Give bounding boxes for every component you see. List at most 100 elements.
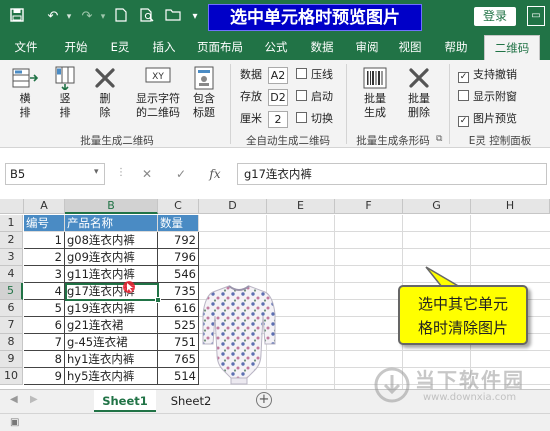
row-header-5[interactable]: 5 (0, 283, 23, 300)
row-header-1[interactable]: 1 (0, 215, 23, 232)
add-sheet-icon[interactable]: + (256, 392, 272, 408)
select-all-corner[interactable] (0, 199, 24, 214)
row-header-4[interactable]: 4 (0, 266, 23, 283)
table-cell[interactable]: 765 (158, 351, 199, 368)
login-button[interactable]: 登录 (474, 7, 516, 26)
tab-eling[interactable]: E灵 (102, 35, 138, 60)
check-icon: ✓ (458, 116, 469, 127)
table-cell[interactable]: 735 (158, 283, 199, 300)
tab-review[interactable]: 审阅 (349, 35, 385, 60)
name-box[interactable]: B5 (5, 163, 105, 185)
tab-help[interactable]: 帮助 (438, 35, 474, 60)
redo-dropdown-icon[interactable]: ▾ (94, 8, 112, 26)
start-checkbox[interactable]: 启动 (296, 87, 333, 107)
vertical-button[interactable]: 竖 排 (50, 66, 80, 120)
row-header-7[interactable]: 7 (0, 317, 23, 334)
formula-input[interactable]: g17连衣内裤 (237, 163, 547, 185)
open-folder-icon[interactable] (164, 8, 182, 26)
table-cell[interactable]: 8 (24, 351, 65, 368)
row-header-9[interactable]: 9 (0, 351, 23, 368)
batch-generate-barcode-button[interactable]: 批量 生成 (358, 66, 392, 120)
row-header-8[interactable]: 8 (0, 334, 23, 351)
fill-handle[interactable] (155, 297, 161, 303)
tab-file[interactable]: 文件 (6, 35, 46, 60)
customize-icon[interactable]: ▾ (186, 8, 204, 26)
table-cell[interactable]: 525 (158, 317, 199, 334)
image-preview-checkbox[interactable]: ✓ 图片预览 (458, 109, 517, 129)
cancel-icon[interactable]: ✕ (138, 165, 156, 183)
show-qrcode-text-button[interactable]: XY 显示字符 的二维码 (132, 66, 184, 120)
delete-button[interactable]: 删 除 (90, 66, 120, 120)
table-cell[interactable]: 5 (24, 300, 65, 317)
store-location-input[interactable]: D2 (268, 89, 288, 106)
column-header-c[interactable]: C (158, 199, 199, 214)
tab-page-layout[interactable]: 页面布局 (190, 35, 250, 60)
column-header-e[interactable]: E (267, 199, 335, 214)
sheet-tab-sheet1[interactable]: Sheet1 (94, 390, 156, 412)
table-cell[interactable]: 1 (24, 232, 65, 249)
table-cell[interactable]: 7 (24, 334, 65, 351)
tab-formulas[interactable]: 公式 (258, 35, 294, 60)
print-preview-icon[interactable] (138, 8, 156, 26)
table-cell[interactable]: g19连衣内裤 (65, 300, 158, 317)
scroll-left-icon[interactable]: ◀ (10, 394, 18, 405)
tab-view[interactable]: 视图 (392, 35, 428, 60)
tab-insert[interactable]: 插入 (146, 35, 182, 60)
table-cell[interactable]: hy5连衣内裤 (65, 368, 158, 385)
table-header-quantity[interactable]: 数量 (158, 215, 199, 232)
row-header-2[interactable]: 2 (0, 232, 23, 249)
table-cell[interactable]: 4 (24, 283, 65, 300)
table-cell[interactable]: g09连衣内裤 (65, 249, 158, 266)
table-cell[interactable]: 3 (24, 266, 65, 283)
group-batch-qrcode-label: 批量生成二维码 (80, 135, 154, 147)
function-icon[interactable]: fx (206, 165, 224, 183)
table-cell[interactable]: 546 (158, 266, 199, 283)
ribbon-display-icon[interactable]: ▭ (527, 6, 545, 26)
table-cell[interactable]: g-45连衣裙 (65, 334, 158, 351)
table-cell[interactable]: 751 (158, 334, 199, 351)
column-header-f[interactable]: F (335, 199, 403, 214)
column-header-b[interactable]: B (65, 199, 158, 214)
chevron-down-icon[interactable]: ▾ (94, 167, 99, 177)
row-header-6[interactable]: 6 (0, 300, 23, 317)
row-header-10[interactable]: 10 (0, 368, 23, 385)
table-cell[interactable]: 9 (24, 368, 65, 385)
scroll-right-icon[interactable]: ▶ (30, 394, 38, 405)
show-side-window-checkbox[interactable]: 显示附窗 (458, 87, 517, 107)
table-cell[interactable]: 6 (24, 317, 65, 334)
data-source-input[interactable]: A2 (268, 67, 288, 84)
horizontal-button[interactable]: 横 排 (10, 66, 40, 120)
press-line-checkbox[interactable]: 压线 (296, 65, 333, 85)
table-cell[interactable]: hy1连衣内裤 (65, 351, 158, 368)
batch-delete-barcode-button[interactable]: 批量 删除 (402, 66, 436, 120)
column-header-d[interactable]: D (199, 199, 267, 214)
table-header-product[interactable]: 产品名称 (65, 215, 158, 232)
table-cell[interactable]: 792 (158, 232, 199, 249)
include-title-button[interactable]: 包含 标题 (188, 66, 220, 120)
tab-data[interactable]: 数据 (304, 35, 340, 60)
tab-qrcode[interactable]: 二维码 (484, 35, 540, 60)
support-undo-checkbox[interactable]: ✓ 支持撤销 (458, 65, 517, 85)
new-document-icon[interactable] (112, 8, 130, 26)
undo-dropdown-icon[interactable]: ▾ (60, 8, 78, 26)
row-header-3[interactable]: 3 (0, 249, 23, 266)
table-cell[interactable]: g08连衣内裤 (65, 232, 158, 249)
switch-checkbox[interactable]: 切换 (296, 109, 333, 129)
table-cell[interactable]: 514 (158, 368, 199, 385)
column-header-g[interactable]: G (403, 199, 471, 214)
dialog-launcher-icon[interactable]: ⧉ (436, 134, 442, 144)
table-cell[interactable]: g21连衣裙 (65, 317, 158, 334)
table-cell[interactable]: g11连衣内裤 (65, 266, 158, 283)
save-icon[interactable] (8, 8, 26, 26)
table-cell[interactable]: 796 (158, 249, 199, 266)
tab-home[interactable]: 开始 (56, 35, 96, 60)
column-header-a[interactable]: A (24, 199, 65, 214)
sheet-tab-sheet2[interactable]: Sheet2 (160, 390, 222, 412)
product-preview-image[interactable] (201, 282, 277, 394)
enter-icon[interactable]: ✓ (172, 165, 190, 183)
table-header-id[interactable]: 编号 (24, 215, 65, 232)
table-cell[interactable]: 2 (24, 249, 65, 266)
column-header-h[interactable]: H (471, 199, 550, 214)
size-cm-input[interactable]: 2 (268, 111, 288, 128)
table-cell[interactable]: 616 (158, 300, 199, 317)
